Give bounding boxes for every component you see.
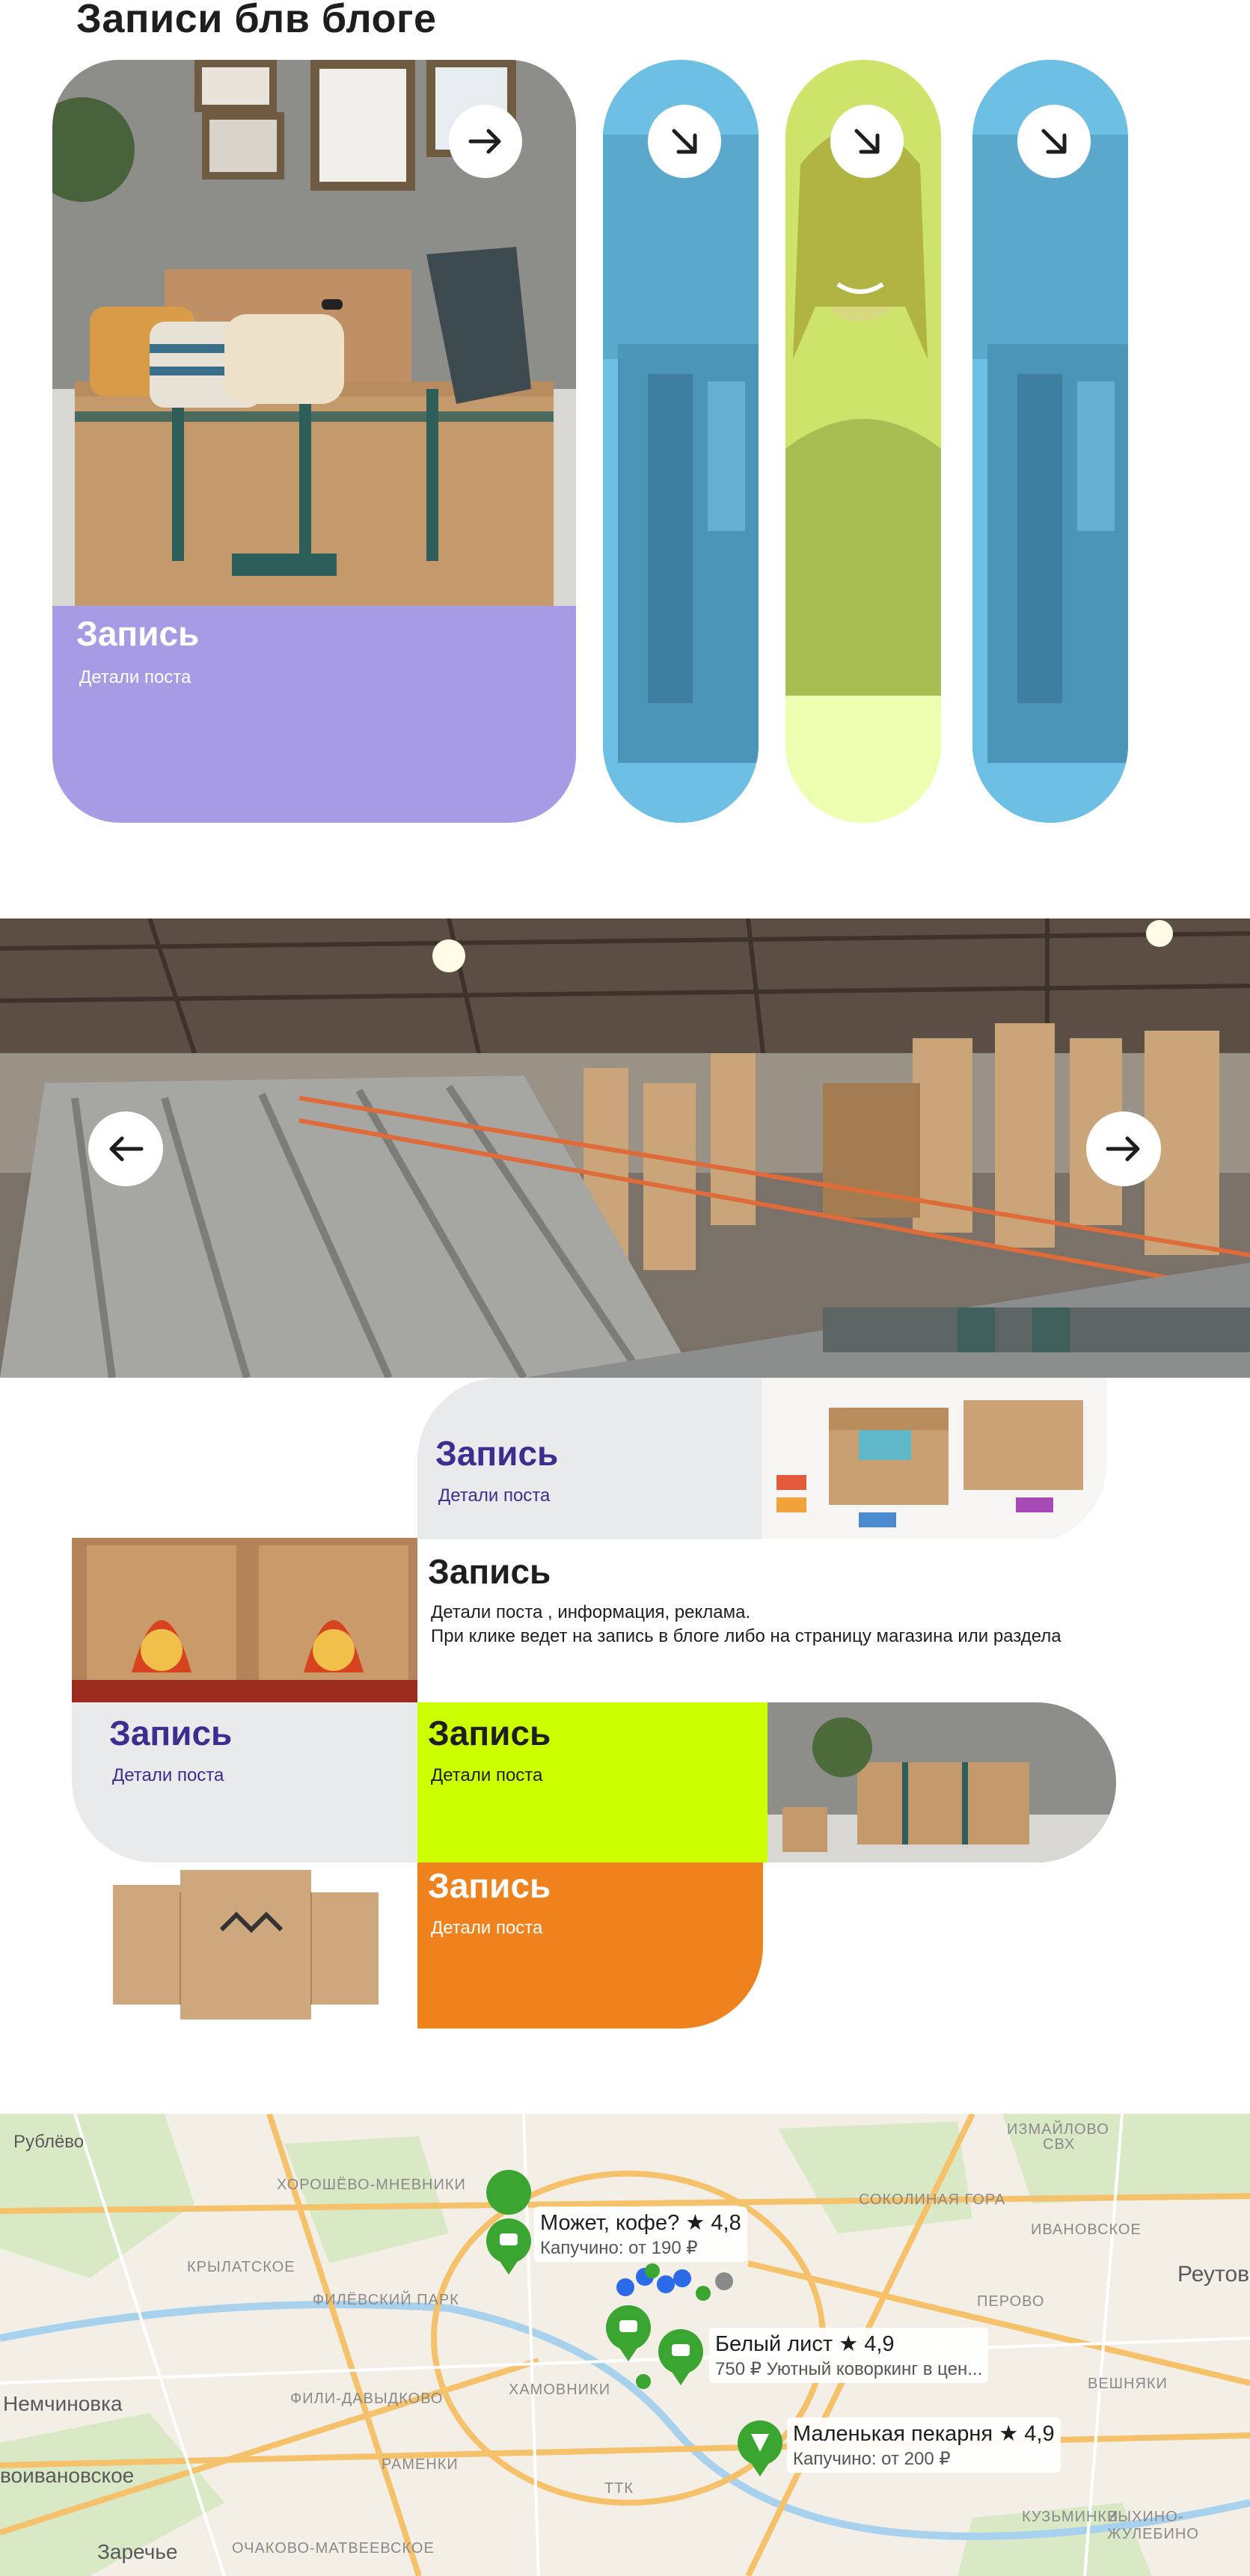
- featured-card-caption: Запись Детали поста: [76, 613, 199, 688]
- grid-image-die-cut-box: [72, 1862, 417, 2027]
- map-district-label: ФИЛИ-ДАВЫДКОВО: [290, 2391, 444, 2407]
- card-open-button[interactable]: [648, 105, 721, 178]
- page-title: Записи блв блоге: [76, 0, 437, 41]
- arrow-down-right-icon: [1041, 129, 1067, 154]
- pin-rating: ★ 4,9: [999, 2422, 1055, 2446]
- map-pin-coffee[interactable]: Может, кофе? ★ 4,8 Капучино: от 190 ₽: [534, 2207, 747, 2262]
- hero-next-button[interactable]: [1086, 1111, 1161, 1186]
- blog-card-collapsed-1[interactable]: [603, 60, 759, 823]
- card-title: Запись: [76, 614, 200, 653]
- map-district-label: КУЗЬМИНКИ: [1022, 2509, 1119, 2525]
- pin-description: Капучино: от 200 ₽: [793, 2449, 951, 2469]
- tile-subtitle: Детали поста , информация, реклама.: [431, 1602, 751, 1622]
- map-pin-bakery[interactable]: Маленькая пекарня ★ 4,9 Капучино: от 200…: [787, 2417, 1061, 2473]
- tile-title: Запись: [435, 1434, 559, 1473]
- map-road-label: СВХ: [1043, 2136, 1076, 2153]
- grid-tile-2[interactable]: Запись Детали поста , информация, реклам…: [417, 1539, 1225, 1704]
- tile-title: Запись: [428, 1866, 551, 1905]
- pin-description: 750 ₽ Уютный коворкинг в цен...: [715, 2359, 983, 2379]
- map-district-label: ФИЛЁВСКИЙ ПАРК: [313, 2292, 459, 2308]
- grid-image-pizza-boxes: [72, 1538, 417, 1702]
- map-place-label: Заречье: [97, 2540, 178, 2563]
- grid-tile-1[interactable]: Запись Детали поста: [417, 1378, 762, 1542]
- grid-tile-3[interactable]: Запись Детали поста: [72, 1702, 417, 1862]
- pin-name: Белый лист: [715, 2332, 833, 2356]
- map-road-label: ТТК: [604, 2480, 634, 2497]
- card-subtitle: Детали поста: [79, 667, 192, 687]
- pin-name: Маленькая пекарня: [793, 2422, 993, 2446]
- card-open-button[interactable]: [830, 105, 904, 178]
- map-district-label: ВЫХИНО-ЖУЛЕБИНО: [1107, 2509, 1199, 2542]
- tile-subtitle: Детали поста: [438, 1485, 551, 1506]
- arrow-right-icon: [468, 129, 501, 154]
- map-district-label: ХАМОВНИКИ: [509, 2382, 611, 2398]
- map-pin-coworking[interactable]: Белый лист ★ 4,9 750 ₽ Уютный коворкинг …: [709, 2328, 989, 2383]
- tile-title: Запись: [428, 1714, 551, 1752]
- arrow-down-right-icon: [672, 129, 697, 154]
- arrow-right-icon: [1106, 1136, 1140, 1162]
- map-district-label: ИВАНОВСКОЕ: [1031, 2221, 1142, 2238]
- tile-subtitle: Детали поста: [431, 1765, 543, 1785]
- blog-card-collapsed-3[interactable]: [972, 60, 1128, 823]
- hero-prev-button[interactable]: [88, 1111, 163, 1186]
- map-place-label: воивановское: [0, 2464, 135, 2487]
- featured-blog-card[interactable]: Запись Детали поста: [52, 60, 576, 823]
- grid-tile-4[interactable]: Запись Детали поста: [417, 1702, 768, 1862]
- map-place-label: Рублёво: [13, 2132, 85, 2152]
- grid-image-packaging: [762, 1378, 1107, 1544]
- card-open-button[interactable]: [1017, 105, 1091, 178]
- arrow-down-right-icon: [854, 129, 880, 154]
- map-place-label: Реутов: [1177, 2262, 1250, 2287]
- map-district-label: ОЧАКОВО-МАТВЕЕВСКОЕ: [232, 2540, 435, 2557]
- tile-title: Запись: [109, 1714, 233, 1752]
- map-widget[interactable]: Рублёво Немчиновка воивановское Заречье …: [0, 2114, 1250, 2576]
- hero-image: [0, 919, 1250, 1378]
- tile-subtitle: Детали поста: [431, 1918, 543, 1938]
- tile-title: Запись: [428, 1552, 551, 1591]
- map-district-label: КРЫЛАТСКОЕ: [187, 2259, 295, 2275]
- map-district-label: ВЕШНЯКИ: [1088, 2376, 1168, 2392]
- map-district-label: РАМЕНКИ: [382, 2456, 459, 2473]
- featured-card-open-button[interactable]: [449, 105, 522, 178]
- grid-image-cardboard-sofa: [768, 1702, 1116, 1862]
- tile-subtitle: Детали поста: [112, 1765, 224, 1785]
- blog-card-collapsed-2[interactable]: [785, 60, 941, 823]
- map-district-label: ХОРОШЁВО-МНЕВНИКИ: [277, 2177, 466, 2193]
- grid-tile-5[interactable]: Запись Детали поста: [417, 1862, 763, 2028]
- map-district-label: ПЕРОВО: [977, 2293, 1045, 2310]
- map-district-label: СОКОЛИНАЯ ГОРА: [859, 2192, 1006, 2208]
- pin-rating: ★ 4,8: [685, 2211, 741, 2235]
- arrow-left-icon: [109, 1136, 144, 1162]
- pin-description: Капучино: от 190 ₽: [540, 2238, 698, 2258]
- pin-rating: ★ 4,9: [839, 2332, 895, 2356]
- hero-slider[interactable]: [0, 919, 1250, 1378]
- pin-name: Может, кофе?: [540, 2211, 680, 2235]
- map-place-label: Немчиновка: [3, 2392, 123, 2415]
- map-tiles: [0, 2114, 1250, 2576]
- tile-description: При клике ведет на запись в блоге либо н…: [431, 1626, 1061, 1646]
